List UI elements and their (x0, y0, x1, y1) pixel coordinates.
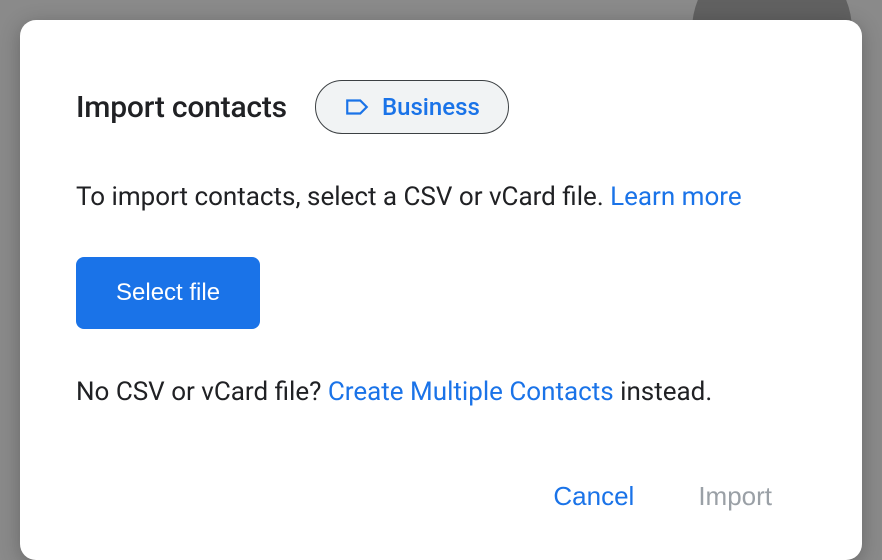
alternative-text: No CSV or vCard file? Create Multiple Co… (76, 373, 806, 412)
dialog-actions: Cancel Import (76, 473, 806, 520)
instruction-prefix: To import contacts, select a CSV or vCar… (76, 182, 610, 212)
label-chip[interactable]: Business (315, 80, 509, 134)
dialog-header: Import contacts Business (76, 80, 806, 134)
label-icon (344, 94, 370, 120)
cancel-button[interactable]: Cancel (549, 473, 638, 520)
learn-more-link[interactable]: Learn more (610, 182, 742, 212)
create-multiple-contacts-link[interactable]: Create Multiple Contacts (328, 377, 614, 407)
import-contacts-dialog: Import contacts Business To import conta… (20, 20, 862, 560)
alternative-prefix: No CSV or vCard file? (76, 377, 328, 407)
alternative-suffix: instead. (614, 377, 713, 407)
instruction-text: To import contacts, select a CSV or vCar… (76, 178, 806, 217)
import-button[interactable]: Import (694, 473, 776, 520)
select-file-button[interactable]: Select file (76, 257, 260, 329)
label-chip-text: Business (382, 93, 480, 121)
dialog-title: Import contacts (76, 90, 287, 125)
